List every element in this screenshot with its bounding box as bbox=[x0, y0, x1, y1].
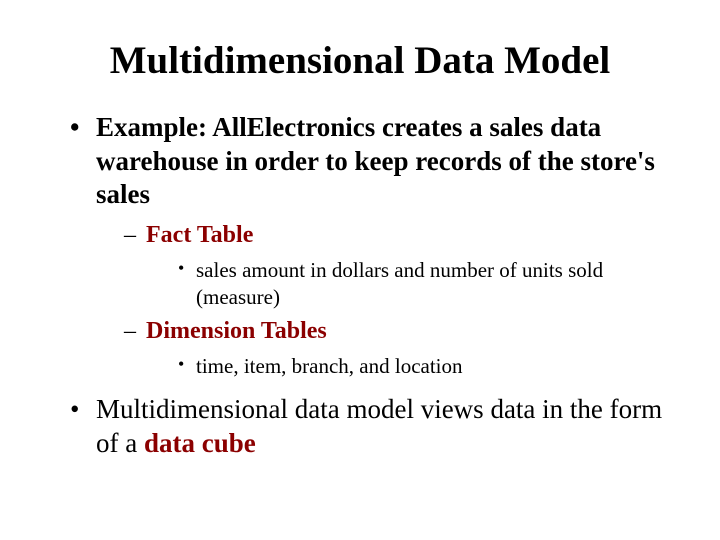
bullet-data-cube-accent: data cube bbox=[144, 428, 256, 458]
bullet-list-level2: Fact Table sales amount in dollars and n… bbox=[96, 220, 670, 379]
bullet-list-level3b: time, item, branch, and location bbox=[146, 353, 670, 379]
bullet-list-level3a: sales amount in dollars and number of un… bbox=[146, 257, 670, 310]
slide-title: Multidimensional Data Model bbox=[30, 40, 690, 83]
bullet-example: Example: AllElectronics creates a sales … bbox=[70, 111, 670, 379]
bullet-data-cube: Multidimensional data model views data i… bbox=[70, 393, 670, 461]
slide: Multidimensional Data Model Example: All… bbox=[0, 0, 720, 540]
bullet-fact-table-detail: sales amount in dollars and number of un… bbox=[178, 257, 670, 310]
bullet-example-text: Example: AllElectronics creates a sales … bbox=[96, 112, 655, 210]
bullet-fact-table: Fact Table sales amount in dollars and n… bbox=[124, 220, 670, 310]
bullet-fact-table-text: Fact Table bbox=[146, 222, 253, 248]
bullet-dimension-tables-detail: time, item, branch, and location bbox=[178, 353, 670, 379]
bullet-dimension-tables-text: Dimension Tables bbox=[146, 318, 327, 344]
bullet-dimension-tables: Dimension Tables time, item, branch, and… bbox=[124, 316, 670, 379]
bullet-list-level1: Example: AllElectronics creates a sales … bbox=[30, 111, 690, 461]
